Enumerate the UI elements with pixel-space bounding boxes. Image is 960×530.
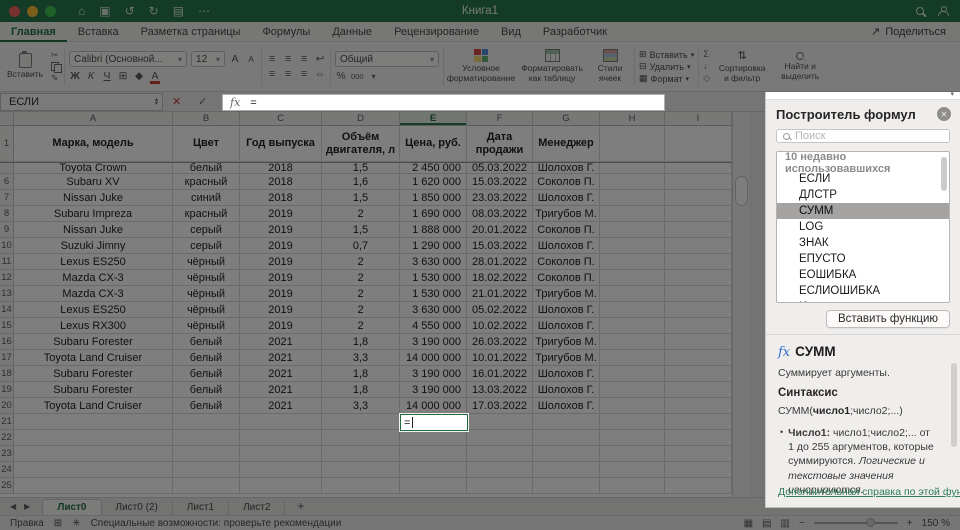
function-description: fx СУММ Суммирует аргументы. Синтаксис С…: [766, 335, 960, 507]
syntax-line: СУММ(число1;число2;...): [778, 405, 946, 417]
syntax-rest: ;число2;...): [850, 405, 903, 417]
text-cursor: [412, 417, 413, 428]
panel-close-button[interactable]: ✕: [937, 107, 951, 121]
formula-input[interactable]: fx =: [222, 94, 665, 111]
active-cell-value: =: [404, 417, 410, 429]
function-name: СУММ: [795, 344, 835, 359]
description-scrollbar-thumb[interactable]: [951, 363, 957, 447]
syntax-heading: Синтаксис: [778, 387, 946, 399]
syntax-arg: число1: [813, 405, 850, 417]
argument-term: Число1:: [788, 427, 830, 439]
panel-top-strip: ▾: [766, 92, 960, 100]
function-group-header: 10 недавно использовавшихся: [777, 155, 949, 171]
function-search-box[interactable]: [776, 129, 950, 144]
fx-icon: fx: [230, 96, 240, 109]
function-item-ЕСЛИОШИБКА[interactable]: ЕСЛИОШИБКА: [777, 283, 949, 299]
insert-function-button[interactable]: Вставить функцию: [826, 310, 950, 328]
function-item-И[interactable]: И: [777, 299, 949, 303]
formula-builder-panel: ▾ Построитель формул ✕ 10 недавно исполь…: [765, 92, 960, 508]
function-item-LOG[interactable]: LOG: [777, 219, 949, 235]
function-list-scrollbar-thumb[interactable]: [941, 157, 947, 191]
function-item-ЕПУСТО[interactable]: ЕПУСТО: [777, 251, 949, 267]
excel-window: ⌂ ▣ ↺ ↻ ▤ ⋯ Книга1 ГлавнаяВставкаРазметк…: [0, 0, 960, 530]
function-item-СУММ[interactable]: СУММ: [777, 203, 949, 219]
formula-value: =: [250, 97, 256, 109]
function-item-ЕОШИБКА[interactable]: ЕОШИБКА: [777, 267, 949, 283]
function-list: 10 недавно использовавшихсяЕСЛИДЛСТРСУММ…: [776, 151, 950, 303]
search-icon: [783, 133, 790, 140]
function-summary: Суммирует аргументы.: [778, 367, 946, 379]
fx-icon: fx: [778, 345, 790, 360]
panel-title: Построитель формул: [776, 107, 916, 122]
function-item-ДЛСТР[interactable]: ДЛСТР: [777, 187, 949, 203]
active-cell-E21[interactable]: =: [400, 414, 468, 431]
function-help-link[interactable]: Дополнительная справка по этой функции: [778, 486, 960, 498]
function-item-ЗНАК[interactable]: ЗНАК: [777, 235, 949, 251]
function-search-input[interactable]: [795, 130, 943, 142]
syntax-pre: СУММ(: [778, 405, 813, 417]
